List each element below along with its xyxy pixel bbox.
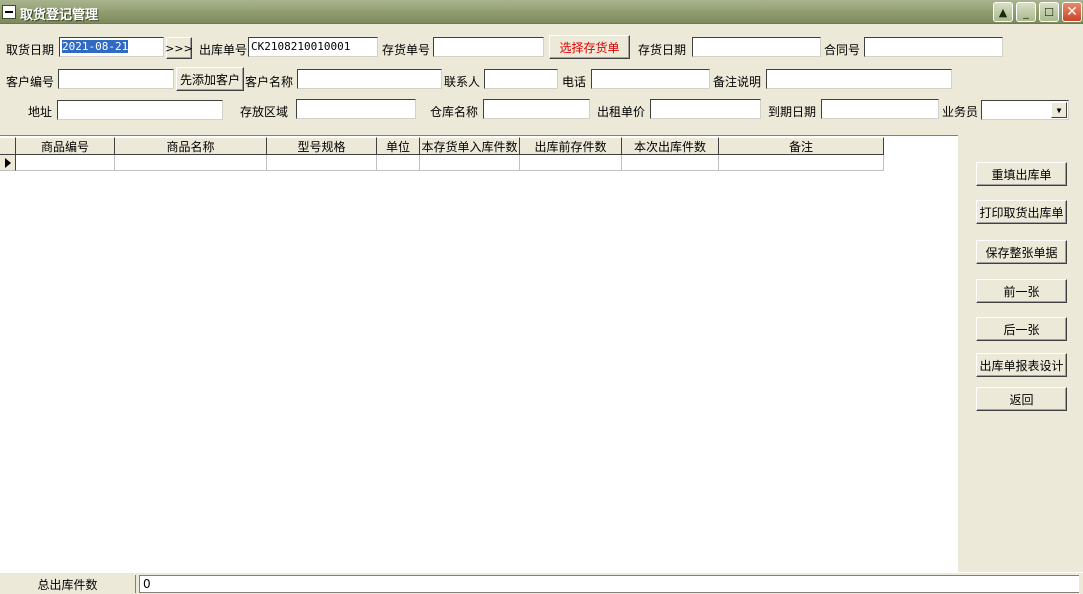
pickup-date-label: 取货日期 bbox=[6, 43, 55, 57]
salesperson-select[interactable]: ▼ bbox=[981, 100, 1069, 120]
total-label: 总出库件数 bbox=[0, 575, 136, 593]
select-stock-button[interactable]: 选择存货单 bbox=[549, 35, 630, 59]
grid-cell[interactable] bbox=[16, 155, 115, 171]
grid-cell[interactable] bbox=[622, 155, 719, 171]
pickup-date-field[interactable]: 2021-08-21 bbox=[59, 37, 164, 57]
chevron-down-icon[interactable]: ▼ bbox=[1051, 102, 1067, 118]
header-form: 取货日期 2021-08-21 >>> 出库单号 CK2108210010001… bbox=[0, 25, 1083, 133]
column-header[interactable]: 本次出库件数 bbox=[622, 137, 719, 155]
close-button[interactable]: ✕ bbox=[1062, 2, 1082, 22]
column-header[interactable]: 型号规格 bbox=[267, 137, 377, 155]
outbound-no-field[interactable]: CK2108210010001 bbox=[248, 37, 378, 57]
rent-price-field[interactable] bbox=[650, 99, 761, 119]
action-panel: 重填出库单 打印取货出库单 保存整张单据 前一张 后一张 出库单报表设计 返回 bbox=[958, 135, 1083, 572]
add-customer-button[interactable]: 先添加客户 bbox=[176, 67, 244, 91]
contract-no-field[interactable] bbox=[864, 37, 1003, 57]
stock-no-label: 存货单号 bbox=[382, 43, 431, 57]
grid-cell[interactable] bbox=[267, 155, 377, 171]
expiry-date-field[interactable] bbox=[821, 99, 939, 119]
date-picker-button[interactable]: >>> bbox=[165, 37, 193, 59]
grid-cell[interactable] bbox=[377, 155, 420, 171]
print-button[interactable]: 打印取货出库单 bbox=[976, 200, 1067, 224]
prev-button[interactable]: 前一张 bbox=[976, 279, 1067, 303]
grid-cell[interactable] bbox=[115, 155, 267, 171]
salesperson-label: 业务员 bbox=[942, 105, 979, 119]
grid-cell[interactable] bbox=[719, 155, 884, 171]
outbound-no-label: 出库单号 bbox=[199, 43, 248, 57]
maximize-button[interactable]: ☐ bbox=[1039, 2, 1059, 22]
column-header[interactable]: 本存货单入库件数 bbox=[420, 137, 520, 155]
current-row-arrow-icon bbox=[4, 157, 11, 168]
next-button[interactable]: 后一张 bbox=[976, 317, 1067, 341]
customer-no-label: 客户编号 bbox=[6, 75, 55, 89]
report-design-button[interactable]: 出库单报表设计 bbox=[976, 353, 1067, 377]
stock-no-field[interactable] bbox=[433, 37, 544, 57]
contact-field[interactable] bbox=[484, 69, 558, 89]
table-row[interactable] bbox=[0, 155, 884, 171]
grid-cell[interactable] bbox=[420, 155, 520, 171]
minimize-button[interactable]: _ bbox=[1016, 2, 1036, 22]
warehouse-label: 仓库名称 bbox=[430, 105, 479, 119]
storage-area-field[interactable] bbox=[296, 99, 416, 119]
column-header[interactable]: 备注 bbox=[719, 137, 884, 155]
column-header[interactable]: 出库前存件数 bbox=[520, 137, 622, 155]
contract-no-label: 合同号 bbox=[824, 43, 861, 57]
outbound-items-grid[interactable]: 商品编号 商品名称 型号规格 单位 本存货单入库件数 出库前存件数 本次出库件数… bbox=[0, 135, 958, 572]
warehouse-field[interactable] bbox=[483, 99, 590, 119]
back-button[interactable]: 返回 bbox=[976, 387, 1067, 411]
expiry-date-label: 到期日期 bbox=[768, 105, 817, 119]
title-bar[interactable]: 取货登记管理 ▲ _ ☐ ✕ bbox=[0, 0, 1083, 24]
summary-bar: 总出库件数 0 bbox=[0, 572, 1083, 594]
grid-cell[interactable] bbox=[520, 155, 622, 171]
refill-button[interactable]: 重填出库单 bbox=[976, 162, 1067, 186]
phone-field[interactable] bbox=[591, 69, 710, 89]
column-header[interactable]: 单位 bbox=[377, 137, 420, 155]
address-field[interactable] bbox=[57, 100, 223, 120]
grid-corner bbox=[0, 137, 16, 155]
remark-field[interactable] bbox=[766, 69, 952, 89]
remark-label: 备注说明 bbox=[713, 75, 762, 89]
save-button[interactable]: 保存整张单据 bbox=[976, 240, 1067, 264]
window-title: 取货登记管理 bbox=[20, 8, 99, 23]
stock-date-field[interactable] bbox=[692, 37, 821, 57]
scroll-up-icon[interactable]: ▲ bbox=[993, 2, 1013, 22]
phone-label: 电话 bbox=[562, 75, 587, 89]
row-indicator[interactable] bbox=[0, 155, 16, 171]
column-header[interactable]: 商品编号 bbox=[16, 137, 115, 155]
rent-price-label: 出租单价 bbox=[597, 105, 646, 119]
address-label: 地址 bbox=[28, 105, 53, 119]
customer-name-field[interactable] bbox=[297, 69, 442, 89]
customer-no-field[interactable] bbox=[58, 69, 174, 89]
contact-label: 联系人 bbox=[444, 75, 481, 89]
system-menu-icon[interactable] bbox=[2, 5, 16, 19]
storage-area-label: 存放区域 bbox=[240, 105, 289, 119]
total-value: 0 bbox=[139, 575, 1079, 593]
customer-name-label: 客户名称 bbox=[245, 75, 294, 89]
stock-date-label: 存货日期 bbox=[638, 43, 687, 57]
column-header[interactable]: 商品名称 bbox=[115, 137, 267, 155]
grid-header: 商品编号 商品名称 型号规格 单位 本存货单入库件数 出库前存件数 本次出库件数… bbox=[0, 137, 884, 155]
